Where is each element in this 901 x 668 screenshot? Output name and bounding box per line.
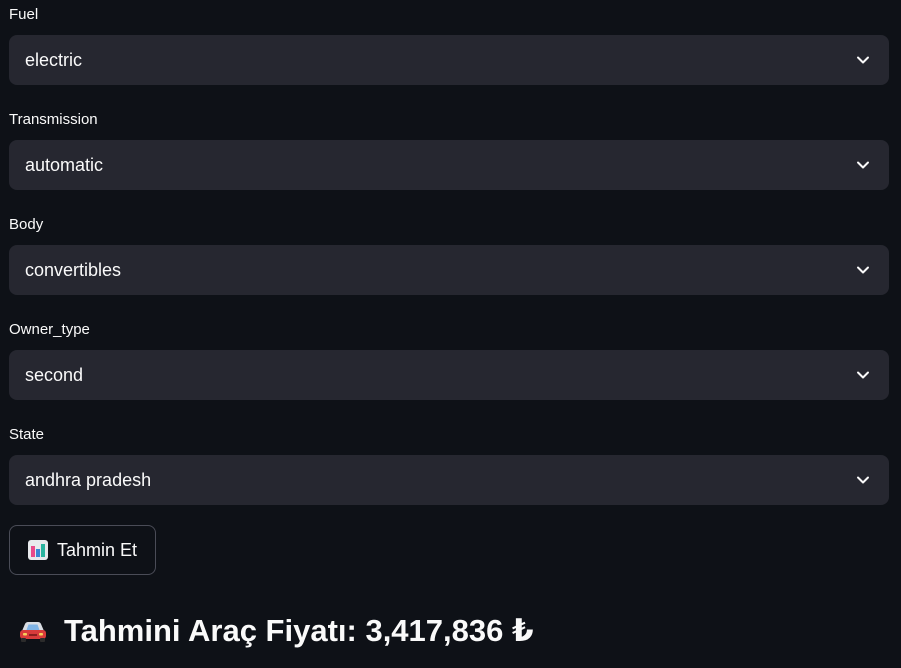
owner-type-select[interactable]: second bbox=[9, 350, 889, 400]
chevron-down-icon bbox=[855, 157, 871, 173]
prediction-form: Fuel electric Transmission automatic Bod… bbox=[0, 0, 901, 668]
transmission-select[interactable]: automatic bbox=[9, 140, 889, 190]
chevron-down-icon bbox=[855, 262, 871, 278]
bar-chart-icon bbox=[28, 540, 48, 560]
state-label: State bbox=[9, 426, 45, 443]
predicted-price: Tahmini Araç Fiyatı: 3,417,836 ₺ bbox=[64, 613, 534, 648]
fuel-select-value: electric bbox=[25, 50, 83, 70]
predict-button-label: Tahmin Et bbox=[57, 539, 138, 560]
transmission-label: Transmission bbox=[9, 111, 98, 128]
prediction-result: Tahmini Araç Fiyatı: 3,417,836 ₺ bbox=[18, 609, 534, 653]
car-icon bbox=[18, 616, 48, 646]
state-select[interactable]: andhra pradesh bbox=[9, 455, 889, 505]
chevron-down-icon bbox=[855, 367, 871, 383]
chevron-down-icon bbox=[855, 472, 871, 488]
fuel-label: Fuel bbox=[9, 6, 39, 23]
fuel-select[interactable]: electric bbox=[9, 35, 889, 85]
body-select[interactable]: convertibles bbox=[9, 245, 889, 295]
body-label: Body bbox=[9, 216, 44, 233]
state-select-value: andhra pradesh bbox=[25, 470, 152, 490]
transmission-select-value: automatic bbox=[25, 155, 104, 175]
owner-type-label: Owner_type bbox=[9, 321, 90, 338]
predict-button[interactable]: Tahmin Et bbox=[9, 525, 156, 575]
chevron-down-icon bbox=[855, 52, 871, 68]
owner-type-select-value: second bbox=[25, 365, 84, 385]
body-select-value: convertibles bbox=[25, 260, 122, 280]
